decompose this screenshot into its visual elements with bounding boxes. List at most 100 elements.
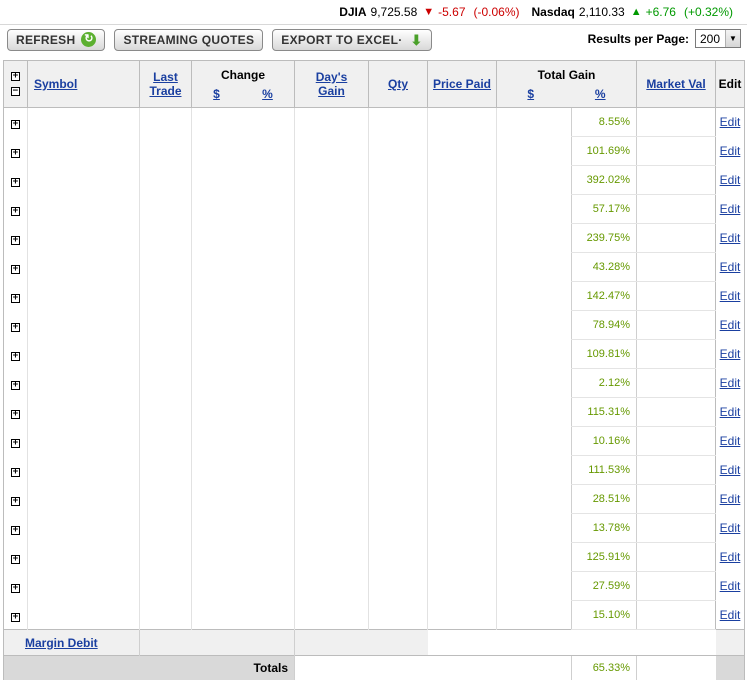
triangle-up-icon: ▲: [630, 6, 642, 18]
plus-box-icon[interactable]: +: [11, 148, 20, 158]
plus-box-icon[interactable]: +: [11, 380, 20, 390]
qty-cell: [368, 600, 428, 630]
symbol-cell: [27, 252, 140, 282]
margin-debit-link[interactable]: Margin Debit: [25, 636, 98, 650]
sort-total-gain-pct-link[interactable]: %: [595, 87, 606, 101]
market-val-cell: [636, 542, 716, 572]
plus-box-icon[interactable]: +: [11, 177, 20, 187]
plus-box-icon[interactable]: +: [11, 264, 20, 274]
total-gain-pct-cell: 15.10%: [571, 600, 637, 630]
edit-link[interactable]: Edit: [720, 434, 741, 448]
edit-link[interactable]: Edit: [720, 115, 741, 129]
total-gain-pct-cell: 8.55%: [571, 107, 637, 137]
edit-link[interactable]: Edit: [720, 521, 741, 535]
plus-box-icon[interactable]: +: [11, 496, 20, 506]
row-expand-cell: +: [3, 194, 28, 224]
edit-link[interactable]: Edit: [720, 289, 741, 303]
total-gain-pct-cell: 115.31%: [571, 397, 637, 427]
qty-cell: [368, 426, 428, 456]
plus-box-icon[interactable]: +: [11, 525, 20, 535]
ticker-name: Nasdaq: [531, 5, 575, 19]
sort-total-gain-dollar-link[interactable]: $: [527, 87, 534, 101]
sort-price-paid-link[interactable]: Price Paid: [433, 77, 491, 91]
ticker-change: -5.67: [438, 5, 466, 19]
edit-link[interactable]: Edit: [720, 144, 741, 158]
refresh-button[interactable]: REFRESH ↻: [7, 28, 106, 51]
edit-link[interactable]: Edit: [720, 318, 741, 332]
market-val-cell: [636, 281, 716, 311]
days-gain-cell: [294, 368, 369, 398]
edit-cell: Edit: [715, 107, 745, 137]
last-trade-cell: [139, 252, 192, 282]
days-gain-cell: [294, 281, 369, 311]
days-gain-cell: [294, 484, 369, 514]
change-cell: [191, 368, 295, 398]
last-trade-cell: [139, 194, 192, 224]
plus-box-icon[interactable]: +: [11, 467, 20, 477]
change-cell: [191, 165, 295, 195]
qty-cell: [368, 542, 428, 572]
plus-box-icon[interactable]: +: [11, 235, 20, 245]
header-price-paid: Price Paid: [427, 60, 497, 108]
edit-link[interactable]: Edit: [720, 173, 741, 187]
plus-box-icon[interactable]: +: [11, 72, 20, 81]
plus-box-icon[interactable]: +: [11, 293, 20, 303]
edit-link[interactable]: Edit: [720, 463, 741, 477]
edit-link[interactable]: Edit: [720, 579, 741, 593]
days-gain-cell: [294, 513, 369, 543]
edit-link[interactable]: Edit: [720, 608, 741, 622]
sort-days-gain-link[interactable]: Day's Gain: [316, 70, 348, 98]
price-paid-cell: [427, 310, 497, 340]
export-to-excel-button[interactable]: EXPORT TO EXCEL · ⬇: [272, 28, 432, 51]
results-per-page-select[interactable]: 200 ▼: [695, 29, 741, 48]
price-paid-cell: [427, 281, 497, 311]
plus-box-icon[interactable]: +: [11, 409, 20, 419]
edit-link[interactable]: Edit: [720, 260, 741, 274]
table-row: +57.17% Edit: [3, 194, 745, 224]
edit-link[interactable]: Edit: [720, 202, 741, 216]
edit-link[interactable]: Edit: [720, 405, 741, 419]
edit-link[interactable]: Edit: [720, 492, 741, 506]
total-gain-title: Total Gain: [537, 67, 596, 82]
total-gain-dollar-cell: [496, 339, 572, 369]
edit-cell: Edit: [715, 542, 745, 572]
plus-box-icon[interactable]: +: [11, 322, 20, 332]
edit-link[interactable]: Edit: [720, 347, 741, 361]
sort-last-trade-link[interactable]: Last Trade: [149, 70, 181, 98]
plus-box-icon[interactable]: +: [11, 612, 20, 622]
sort-change-dollar-link[interactable]: $: [213, 87, 220, 101]
row-expand-cell: +: [3, 368, 28, 398]
change-cell: [191, 571, 295, 601]
qty-cell: [368, 397, 428, 427]
symbol-cell: [27, 310, 140, 340]
days-gain-line-2: Gain: [318, 84, 345, 98]
ticker-value: 9,725.58: [370, 5, 418, 19]
row-expand-cell: +: [3, 339, 28, 369]
streaming-quotes-button[interactable]: STREAMING QUOTES: [114, 28, 264, 51]
edit-cell: Edit: [715, 310, 745, 340]
row-expand-cell: +: [3, 252, 28, 282]
triangle-down-icon: ▼: [423, 6, 435, 18]
plus-box-icon[interactable]: +: [11, 583, 20, 593]
plus-box-icon[interactable]: +: [11, 554, 20, 564]
expand-collapse-all: + −: [3, 60, 28, 108]
edit-link[interactable]: Edit: [720, 231, 741, 245]
sort-change-pct-link[interactable]: %: [262, 87, 273, 101]
chevron-down-icon[interactable]: ▼: [725, 30, 740, 47]
margin-debit-row: Margin Debit: [3, 629, 745, 656]
sort-qty-link[interactable]: Qty: [388, 77, 408, 91]
sort-symbol-link[interactable]: Symbol: [34, 77, 77, 91]
edit-link[interactable]: Edit: [720, 550, 741, 564]
plus-box-icon[interactable]: +: [11, 351, 20, 361]
edit-link[interactable]: Edit: [720, 376, 741, 390]
plus-box-icon[interactable]: +: [11, 206, 20, 216]
days-gain-line-1: Day's: [315, 70, 348, 84]
edit-cell: Edit: [715, 136, 745, 166]
table-row: +111.53% Edit: [3, 455, 745, 485]
results-per-page: Results per Page: 200 ▼: [588, 29, 741, 48]
sort-market-val-link[interactable]: Market Val: [646, 77, 705, 91]
market-val-cell: [636, 194, 716, 224]
minus-box-icon[interactable]: −: [11, 87, 20, 96]
plus-box-icon[interactable]: +: [11, 120, 20, 129]
plus-box-icon[interactable]: +: [11, 438, 20, 448]
